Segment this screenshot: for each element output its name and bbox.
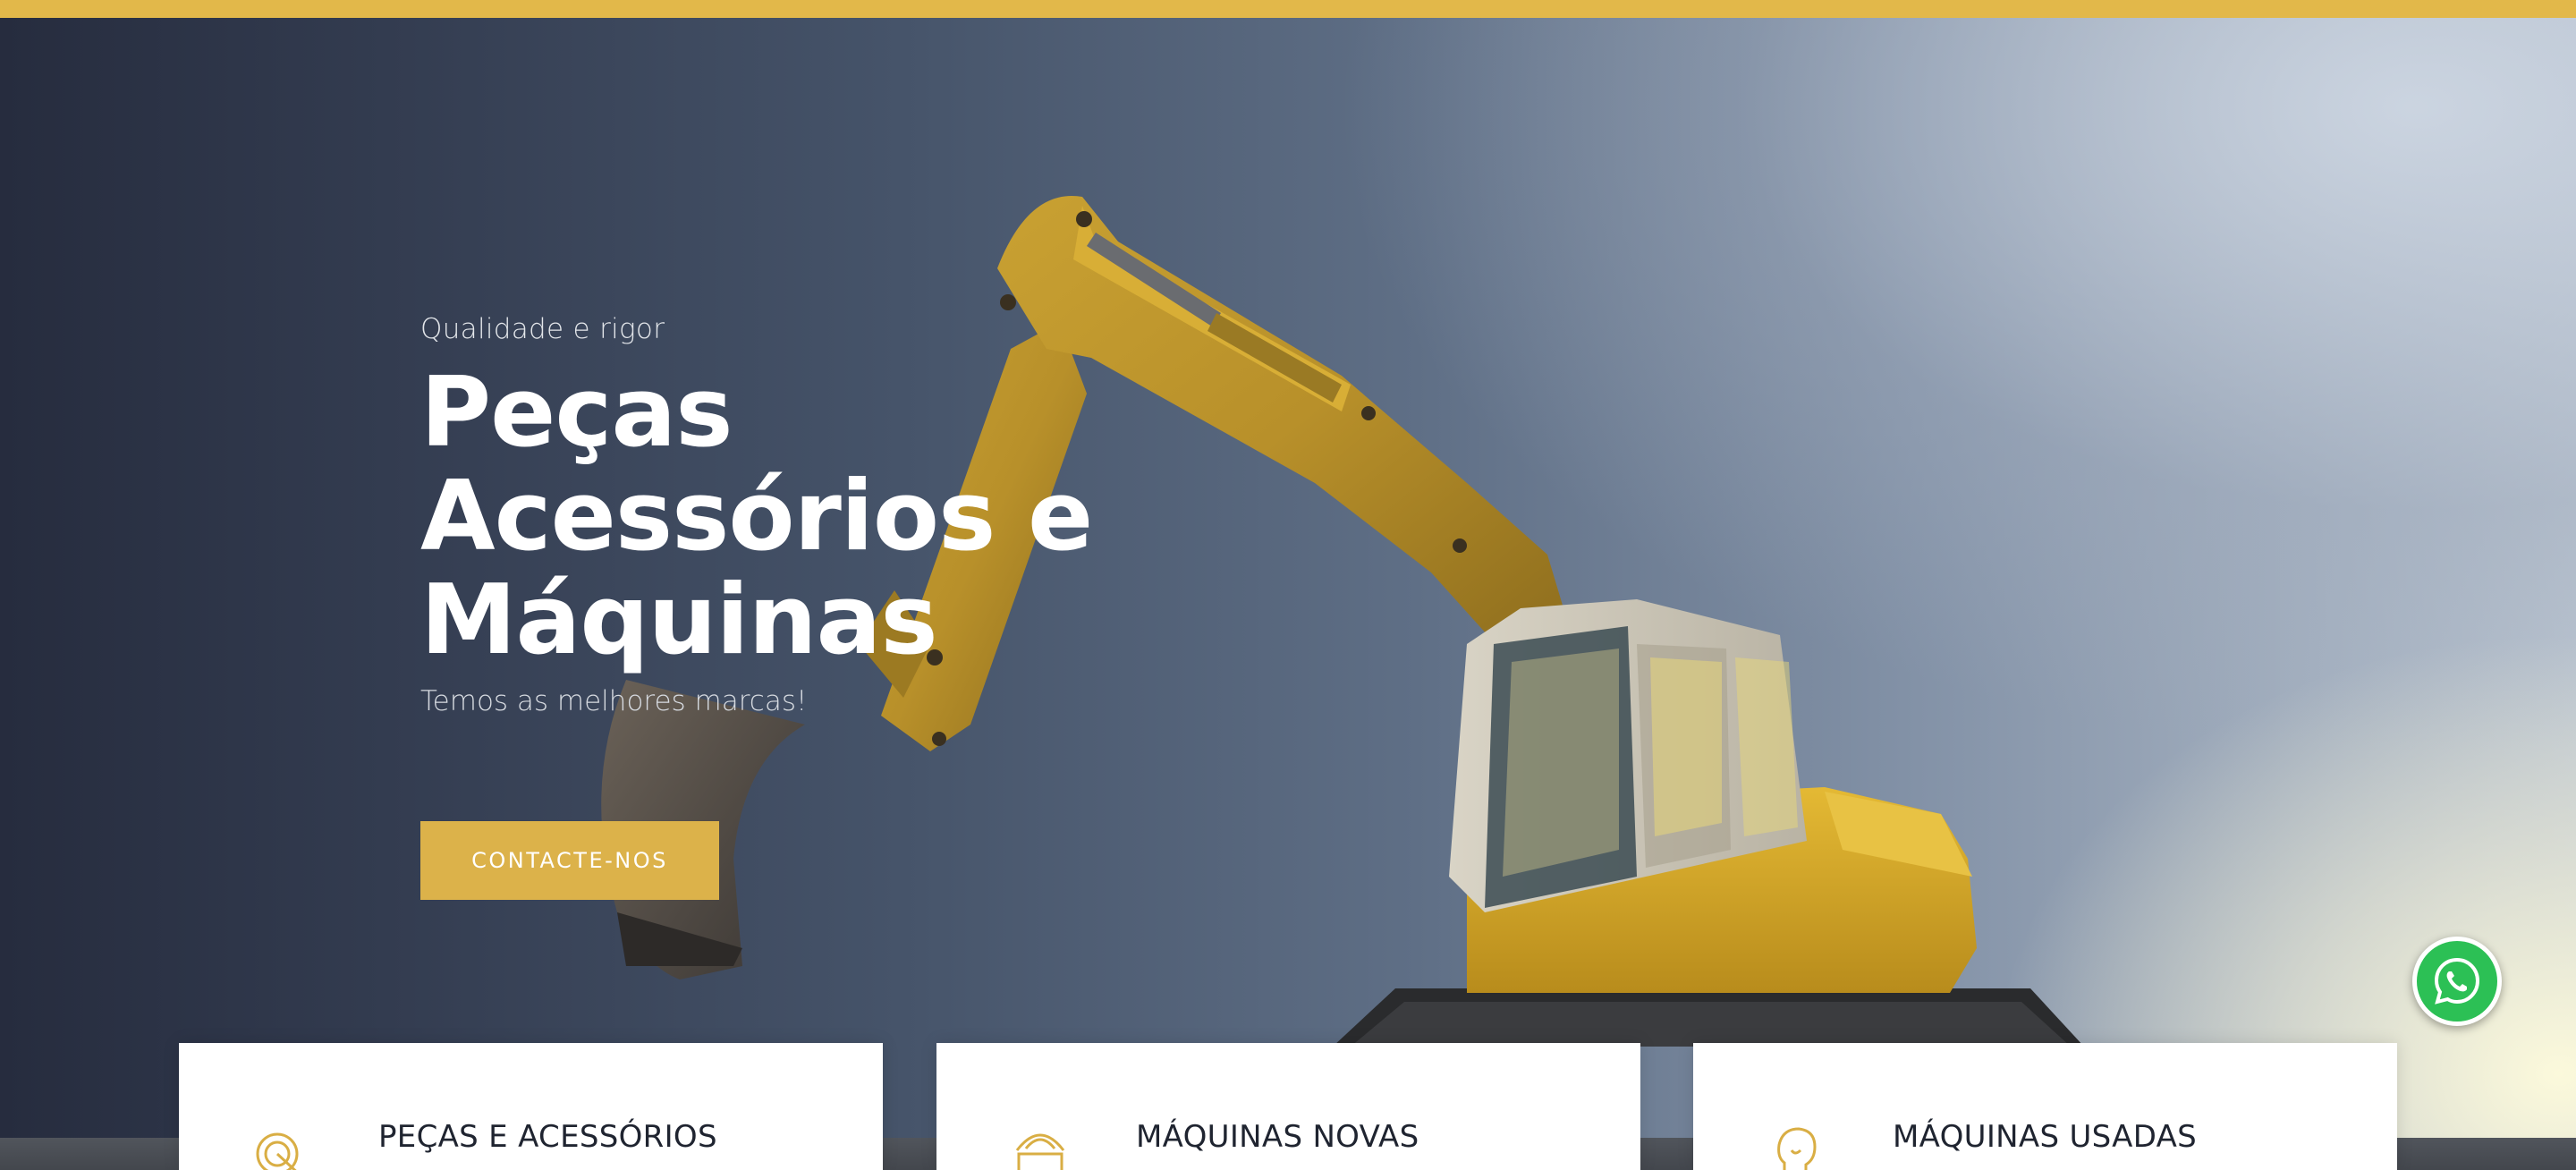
card-parts-accessories[interactable]: PEÇAS E ACESSÓRIOS bbox=[179, 1043, 883, 1170]
hero-headline-line: Acessórios e bbox=[420, 461, 1093, 572]
card-title: PEÇAS E ACESSÓRIOS bbox=[378, 1119, 717, 1155]
touch-pointer-icon bbox=[256, 1132, 299, 1170]
card-used-machines[interactable]: MÁQUINAS USADAS bbox=[1693, 1043, 2397, 1170]
hero-headline: Peças Acessórios e Máquinas bbox=[420, 361, 1225, 673]
user-profile-icon bbox=[1777, 1127, 1817, 1170]
whatsapp-icon bbox=[2434, 957, 2480, 1005]
card-title: MÁQUINAS USADAS bbox=[1893, 1119, 2198, 1155]
card-title: MÁQUINAS NOVAS bbox=[1136, 1119, 1419, 1155]
hero-headline-line: Máquinas bbox=[420, 564, 938, 676]
excavator-image bbox=[601, 196, 2084, 1047]
top-accent-bar bbox=[0, 0, 2576, 18]
shopping-bag-icon bbox=[1015, 1133, 1065, 1170]
card-new-machines[interactable]: MÁQUINAS NOVAS bbox=[936, 1043, 1640, 1170]
hero-headline-line: Peças bbox=[420, 357, 733, 469]
contact-us-button[interactable]: CONTACTE-NOS bbox=[420, 821, 719, 900]
hero-banner: Qualidade e rigor Peças Acessórios e Máq… bbox=[0, 18, 2576, 1170]
hero-eyebrow: Qualidade e rigor bbox=[420, 313, 665, 345]
whatsapp-button[interactable] bbox=[2412, 937, 2502, 1026]
hero-subline: Temos as melhores marcas! bbox=[420, 685, 808, 717]
hero-content: Qualidade e rigor Peças Acessórios e Máq… bbox=[420, 313, 1225, 900]
